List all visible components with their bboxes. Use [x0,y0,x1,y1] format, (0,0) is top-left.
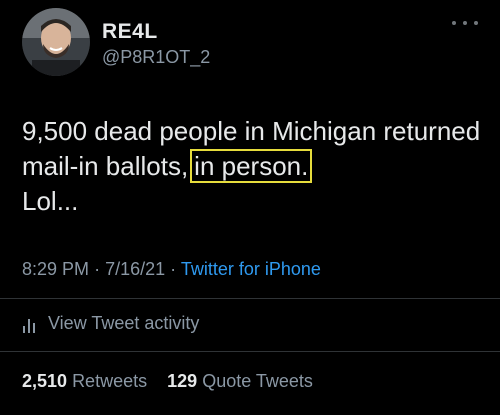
view-activity-button[interactable]: View Tweet activity [22,313,199,334]
highlighted-text: in person. [190,149,313,183]
avatar-image [22,8,90,76]
display-name[interactable]: RE4L [102,20,158,44]
more-icon[interactable] [452,17,478,29]
tweet-meta: 8:29 PM · 7/16/21 · Twitter for iPhone [22,259,321,280]
tweet-source-link[interactable]: Twitter for iPhone [181,259,321,279]
avatar[interactable] [22,8,90,76]
tweet-text: 9,500 dead people in Michigan returned m… [22,114,482,219]
tweet-text-tail: Lol... [22,186,79,216]
retweets-stat[interactable]: 2,510 Retweets [22,371,152,391]
tweet-card: RE4L @P8R1OT_2 9,500 dead people in Mich… [0,0,500,415]
tweet-date[interactable]: 7/16/21 [105,259,165,279]
divider [0,351,500,352]
meta-separator: · [170,259,177,279]
bar-chart-icon [23,318,35,333]
more-dot [474,21,478,25]
more-dot [452,21,456,25]
engagement-stats: 2,510 Retweets 129 Quote Tweets [22,371,313,392]
meta-separator: · [94,259,101,279]
quote-tweets-stat[interactable]: 129 Quote Tweets [167,371,313,391]
quote-tweets-label: Quote Tweets [202,371,313,391]
user-handle[interactable]: @P8R1OT_2 [102,47,210,68]
quote-tweets-count: 129 [167,371,198,391]
view-activity-label: View Tweet activity [48,313,200,333]
retweets-label: Retweets [72,371,148,391]
more-dot [463,21,467,25]
tweet-time[interactable]: 8:29 PM [22,259,89,279]
divider [0,298,500,299]
retweets-count: 2,510 [22,371,68,391]
